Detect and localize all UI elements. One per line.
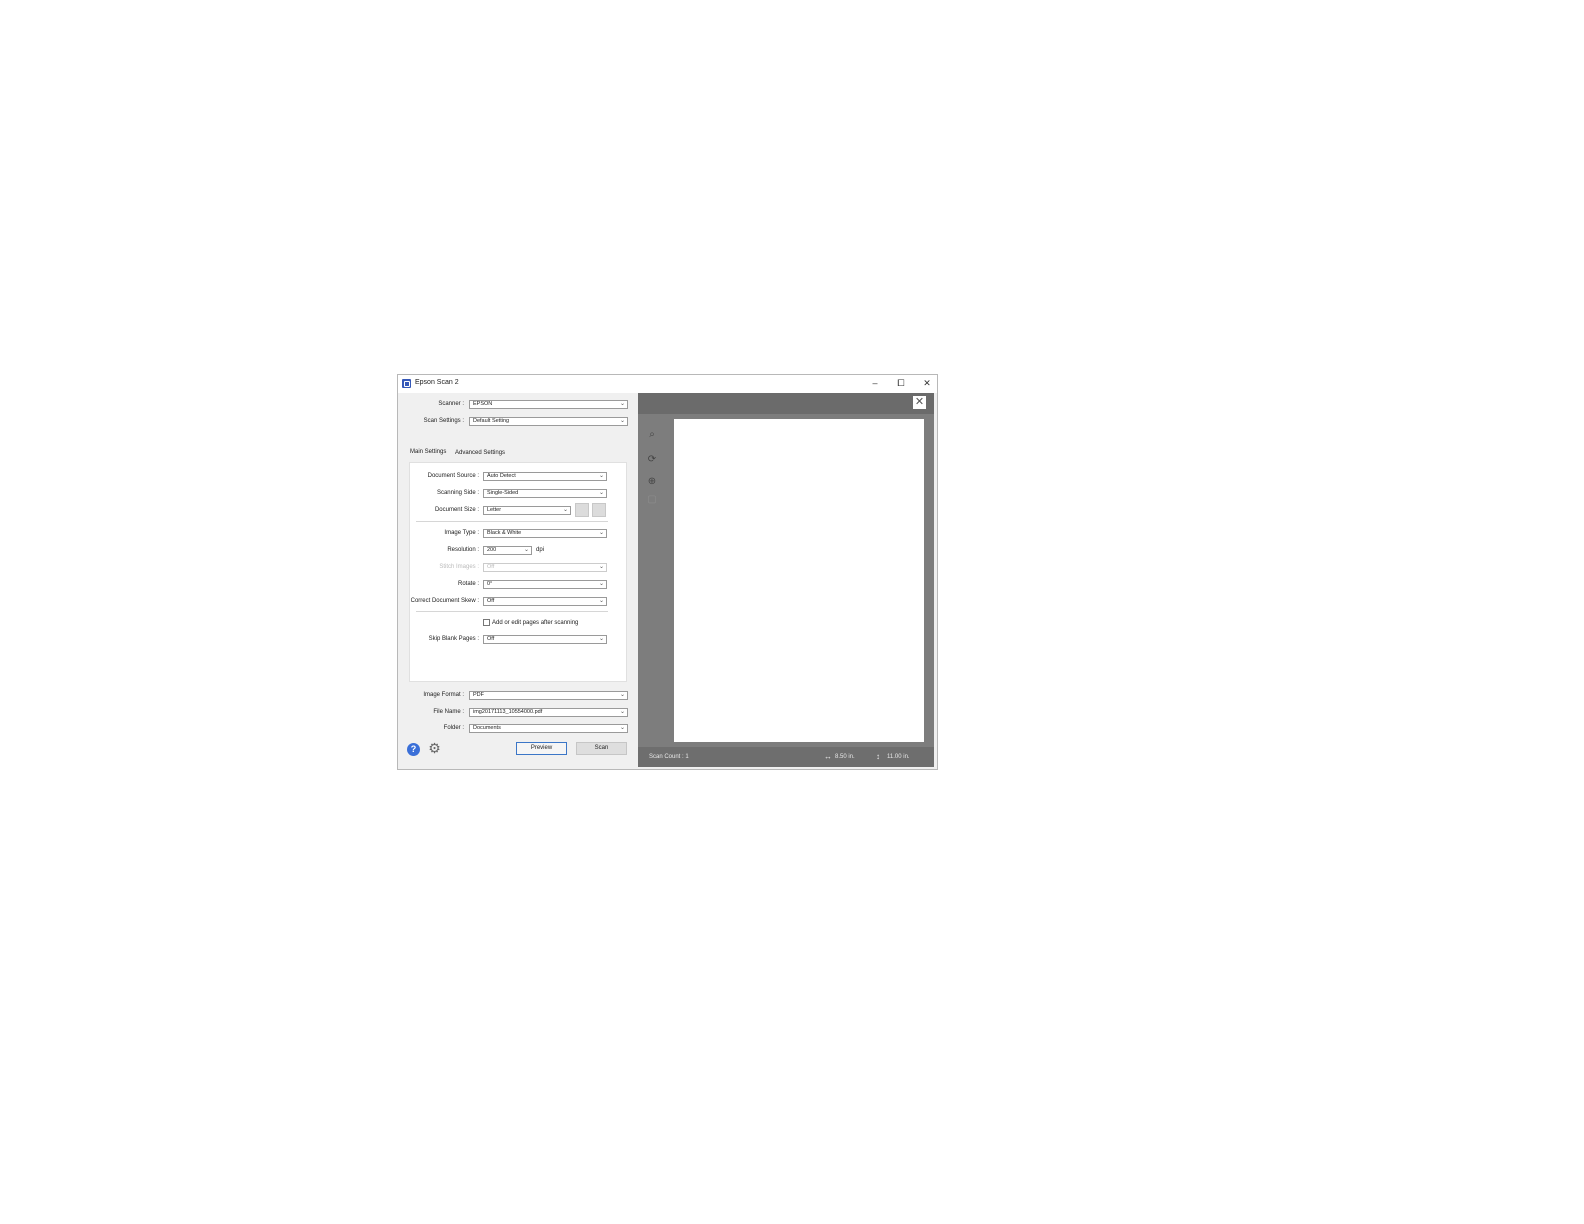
image-format-label: Image Format :	[423, 692, 464, 698]
tab-main-settings[interactable]: Main Settings	[410, 449, 446, 455]
image-type-label: Image Type :	[444, 530, 479, 536]
chevron-down-icon: ⌄	[598, 581, 604, 587]
resolution-label: Resolution :	[447, 547, 479, 553]
help-icon[interactable]: ?	[407, 743, 420, 756]
scan-button[interactable]: Scan	[576, 742, 627, 755]
add-pages-label: Add or edit pages after scanning	[492, 620, 579, 626]
chevron-down-icon: ⌄	[619, 418, 625, 424]
scan-count: Scan Count : 1	[649, 754, 689, 760]
document-source-label: Document Source :	[427, 473, 479, 479]
stitch-images-value: Off	[487, 564, 495, 570]
scan-settings-label: Scan Settings :	[423, 418, 464, 424]
zoom-icon[interactable]: ⌕	[645, 428, 659, 442]
close-preview-icon[interactable]: ✕	[913, 396, 926, 409]
divider	[416, 611, 608, 612]
maximize-icon[interactable]: ⧠	[894, 377, 908, 389]
chevron-down-icon: ⌄	[619, 692, 625, 698]
width-icon: ↔	[824, 752, 832, 761]
tab-advanced-settings[interactable]: Advanced Settings	[455, 450, 505, 456]
portrait-orientation-button[interactable]	[575, 503, 589, 517]
add-pages-checkbox[interactable]	[483, 619, 490, 626]
main-settings-panel: Document Source : Auto Detect ⌄ Scanning …	[409, 462, 627, 682]
page-height: 11.00 in.	[887, 754, 910, 760]
preview-button[interactable]: Preview	[516, 742, 567, 755]
skip-blank-value: Off	[487, 636, 495, 642]
landscape-orientation-button[interactable]	[592, 503, 606, 517]
gear-icon[interactable]: ⚙	[427, 741, 442, 756]
document-size-value: Letter	[487, 507, 502, 513]
chevron-down-icon: ⌄	[598, 636, 604, 642]
close-icon[interactable]: ✕	[920, 377, 934, 389]
folder-value: Documents	[473, 725, 501, 731]
chevron-down-icon: ⌄	[619, 401, 625, 407]
rotate-preview-icon[interactable]: ⟳	[645, 453, 659, 467]
scan-settings-select[interactable]: Default Setting ⌄	[469, 417, 628, 426]
document-source-select[interactable]: Auto Detect ⌄	[483, 472, 607, 481]
document-size-select[interactable]: Letter ⌄	[483, 506, 571, 515]
resolution-unit: dpi	[536, 547, 545, 553]
rotate-label: Rotate :	[457, 581, 479, 587]
image-format-value: PDF	[473, 692, 484, 698]
stitch-images-select: Off ⌄	[483, 563, 607, 572]
chevron-down-icon: ⌄	[598, 490, 604, 496]
image-type-value: Black & White	[487, 530, 522, 536]
file-name-label: File Name :	[433, 709, 464, 715]
skip-blank-select[interactable]: Off ⌄	[483, 635, 607, 644]
document-size-label: Document Size :	[434, 507, 479, 513]
scanning-side-value: Single-Sided	[487, 490, 519, 496]
scanning-side-select[interactable]: Single-Sided ⌄	[483, 489, 607, 498]
scanning-side-label: Scanning Side :	[436, 490, 479, 496]
chevron-down-icon: ⌄	[619, 725, 625, 731]
scanner-value: EPSON	[473, 401, 493, 407]
correct-skew-select[interactable]: Off ⌄	[483, 597, 607, 606]
scanner-select[interactable]: EPSON ⌄	[469, 400, 628, 409]
folder-select[interactable]: Documents ⌄	[469, 724, 628, 733]
chevron-down-icon: ⌄	[598, 598, 604, 604]
chevron-down-icon: ⌄	[562, 507, 568, 513]
chevron-down-icon: ⌄	[619, 709, 625, 715]
correct-skew-value: Off	[487, 598, 495, 604]
page-width: 8.50 in.	[835, 754, 855, 760]
image-type-select[interactable]: Black & White ⌄	[483, 529, 607, 538]
correct-skew-label: Correct Document Skew :	[410, 598, 479, 604]
preview-page	[674, 419, 924, 742]
chevron-down-icon: ⌄	[598, 564, 604, 570]
minimize-icon[interactable]: –	[868, 377, 882, 389]
divider	[416, 521, 608, 522]
image-format-select[interactable]: PDF ⌄	[469, 691, 628, 700]
rotate-value: 0°	[487, 581, 493, 587]
scanner-label: Scanner :	[438, 401, 464, 407]
preview-area: ✕ ⌕ ⟳ ⊕ ▢ Scan Count : 1 ↔ 8.50 in. ↕ 11…	[638, 393, 934, 767]
app-icon	[402, 379, 411, 388]
chevron-down-icon: ⌄	[523, 547, 529, 553]
settings-preview-icon[interactable]: ⊕	[645, 475, 659, 489]
rotate-select[interactable]: 0° ⌄	[483, 580, 607, 589]
scan-settings-value: Default Setting	[473, 418, 510, 424]
file-name-value: img20171113_10554000.pdf	[473, 709, 543, 715]
folder-label: Folder :	[443, 725, 464, 731]
status-bar: Scan Count : 1 ↔ 8.50 in. ↕ 11.00 in.	[638, 747, 934, 767]
document-source-value: Auto Detect	[487, 473, 516, 479]
resolution-select[interactable]: 200 ⌄	[483, 546, 532, 555]
file-name-select[interactable]: img20171113_10554000.pdf ⌄	[469, 708, 628, 717]
epson-scan-window: Epson Scan 2 – ⧠ ✕ Scanner : EPSON ⌄ Scan…	[397, 374, 938, 770]
skip-blank-label: Skip Blank Pages :	[428, 636, 479, 642]
window-title: Epson Scan 2	[415, 379, 459, 386]
stitch-images-label: Stitch Images :	[439, 564, 479, 570]
title-bar: Epson Scan 2 – ⧠ ✕	[398, 375, 937, 393]
preview-toolbar: ✕	[638, 393, 934, 414]
crop-icon: ▢	[647, 494, 657, 505]
chevron-down-icon: ⌄	[598, 530, 604, 536]
chevron-down-icon: ⌄	[598, 473, 604, 479]
height-icon: ↕	[876, 752, 880, 761]
resolution-value: 200	[487, 547, 497, 553]
